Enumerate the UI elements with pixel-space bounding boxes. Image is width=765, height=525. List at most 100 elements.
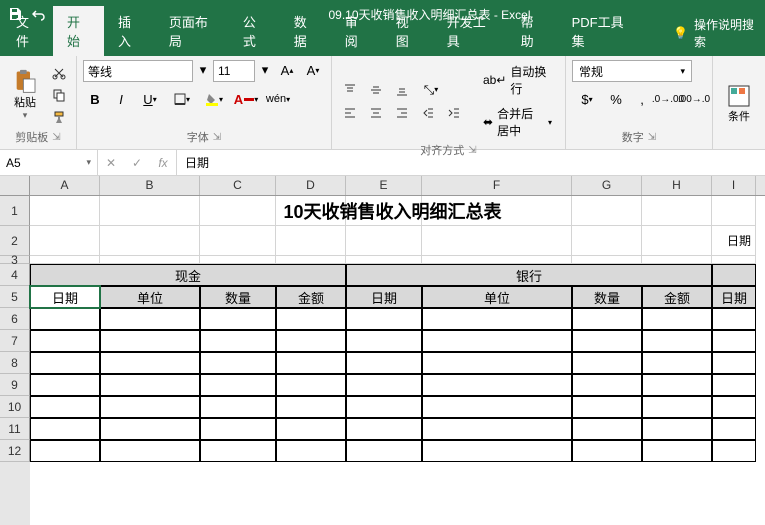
data-cell[interactable] (100, 374, 200, 396)
data-cell[interactable] (572, 308, 642, 330)
sheet-title[interactable]: 10天收销售收入明细汇总表 (30, 196, 756, 226)
data-cell[interactable] (200, 374, 276, 396)
data-cell[interactable] (200, 396, 276, 418)
phonetic-button[interactable]: wén▾ (263, 89, 293, 109)
underline-button[interactable]: U ▾ (135, 89, 165, 109)
cell[interactable] (100, 226, 200, 256)
cell[interactable] (200, 256, 276, 264)
fx-button[interactable]: fx (150, 150, 176, 175)
data-cell[interactable] (712, 396, 756, 418)
data-cell[interactable] (422, 418, 572, 440)
increase-decimal-button[interactable]: .0→.00 (656, 89, 680, 109)
data-cell[interactable] (712, 418, 756, 440)
data-cell[interactable] (422, 308, 572, 330)
data-cell[interactable] (276, 374, 346, 396)
column-header[interactable]: B (100, 176, 200, 195)
header-amount[interactable]: 金额 (276, 286, 346, 308)
name-box[interactable]: A5 ▾ (0, 150, 98, 175)
data-cell[interactable] (572, 396, 642, 418)
header-unit-2[interactable]: 单位 (422, 286, 572, 308)
data-cell[interactable] (276, 330, 346, 352)
fill-color-button[interactable]: ▾ (199, 89, 229, 109)
column-header[interactable]: E (346, 176, 422, 195)
data-cell[interactable] (276, 418, 346, 440)
tab-insert[interactable]: 插入 (104, 6, 155, 56)
row-header[interactable]: 11 (0, 418, 30, 440)
tab-home[interactable]: 开始 (53, 6, 104, 56)
copy-button[interactable] (48, 85, 70, 105)
column-header[interactable]: C (200, 176, 276, 195)
formula-input[interactable]: 日期 (177, 154, 765, 171)
data-cell[interactable] (30, 418, 100, 440)
cell[interactable] (572, 256, 642, 264)
data-cell[interactable] (422, 330, 572, 352)
data-cell[interactable] (346, 330, 422, 352)
cells-area[interactable]: 10天收销售收入明细汇总表日期现金银行日期单位数量金额日期单位数量金额日期 (30, 196, 765, 525)
cell[interactable] (30, 226, 100, 256)
cancel-icon[interactable]: ✕ (98, 150, 124, 175)
cell[interactable] (572, 226, 642, 256)
data-cell[interactable] (100, 308, 200, 330)
date-label[interactable]: 日期 (712, 226, 756, 256)
data-cell[interactable] (100, 396, 200, 418)
wrap-text-button[interactable]: ab↵ 自动换行 (476, 60, 559, 100)
cell[interactable] (422, 226, 572, 256)
column-header[interactable]: D (276, 176, 346, 195)
data-cell[interactable] (200, 330, 276, 352)
data-cell[interactable] (200, 352, 276, 374)
data-cell[interactable] (422, 440, 572, 462)
row-header[interactable]: 1 (0, 196, 30, 226)
cut-button[interactable] (48, 63, 70, 83)
cell[interactable] (30, 256, 100, 264)
italic-button[interactable]: I (109, 89, 133, 109)
cell[interactable] (276, 226, 346, 256)
font-name-input[interactable] (83, 60, 193, 82)
data-cell[interactable] (642, 418, 712, 440)
number-launcher-icon[interactable]: ⇲ (648, 132, 656, 143)
cell[interactable] (100, 256, 200, 264)
tab-developer[interactable]: 开发工具 (433, 6, 507, 56)
data-cell[interactable] (346, 418, 422, 440)
format-painter-button[interactable] (48, 107, 70, 127)
data-cell[interactable] (346, 396, 422, 418)
paste-button[interactable]: 粘贴 ▾ (6, 68, 44, 122)
tab-data[interactable]: 数据 (280, 6, 331, 56)
row-header[interactable]: 8 (0, 352, 30, 374)
select-all-corner[interactable] (0, 176, 30, 195)
data-cell[interactable] (276, 440, 346, 462)
data-cell[interactable] (276, 352, 346, 374)
enter-icon[interactable]: ✓ (124, 150, 150, 175)
row-header[interactable]: 9 (0, 374, 30, 396)
font-launcher-icon[interactable]: ⇲ (213, 132, 221, 143)
data-cell[interactable] (200, 440, 276, 462)
align-middle-button[interactable] (364, 80, 388, 100)
align-center-button[interactable] (364, 103, 388, 123)
align-right-button[interactable] (390, 103, 414, 123)
accounting-format-button[interactable]: $▾ (572, 89, 602, 109)
border-button[interactable]: ▾ (167, 89, 197, 109)
data-cell[interactable] (30, 330, 100, 352)
data-cell[interactable] (712, 440, 756, 462)
header-qty[interactable]: 数量 (200, 286, 276, 308)
align-top-button[interactable] (338, 80, 362, 100)
data-cell[interactable] (346, 352, 422, 374)
row-header[interactable]: 12 (0, 440, 30, 462)
header-date-2[interactable]: 日期 (346, 286, 422, 308)
cell[interactable] (200, 226, 276, 256)
comma-button[interactable]: , (630, 89, 654, 109)
header-qty-2[interactable]: 数量 (572, 286, 642, 308)
row-header[interactable]: 5 (0, 286, 30, 308)
header-unit[interactable]: 单位 (100, 286, 200, 308)
row-header[interactable]: 2 (0, 226, 30, 256)
cell[interactable] (346, 226, 422, 256)
data-cell[interactable] (346, 374, 422, 396)
data-cell[interactable] (572, 374, 642, 396)
data-cell[interactable] (422, 352, 572, 374)
data-cell[interactable] (30, 396, 100, 418)
data-cell[interactable] (712, 352, 756, 374)
column-header[interactable]: H (642, 176, 712, 195)
align-bottom-button[interactable] (390, 80, 414, 100)
row-header[interactable]: 3 (0, 256, 30, 264)
tab-help[interactable]: 帮助 (507, 6, 558, 56)
header-date[interactable]: 日期 (30, 286, 100, 308)
